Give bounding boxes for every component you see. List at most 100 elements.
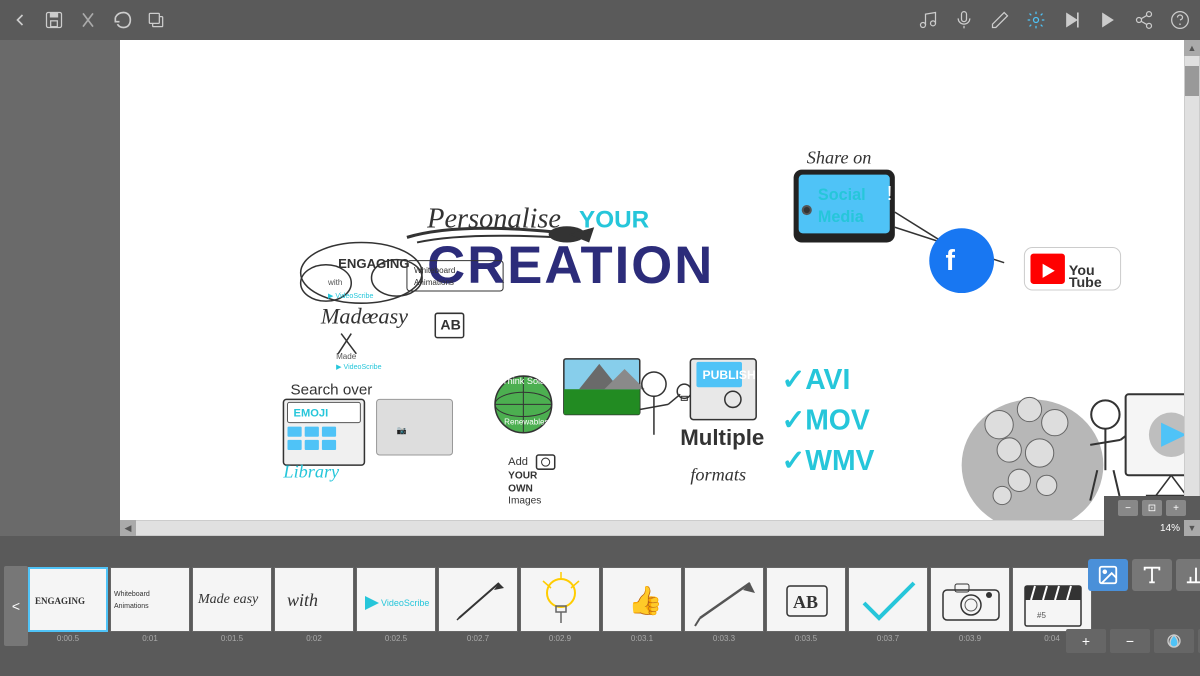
color-button[interactable] bbox=[1154, 629, 1194, 653]
toolbar bbox=[0, 0, 1200, 40]
filmstrip-track: ENGAGING Whiteboard Animations Made easy… bbox=[28, 567, 1172, 646]
timestamp-5: 0:02.5 bbox=[356, 634, 436, 646]
svg-text:▶ VideoScribe: ▶ VideoScribe bbox=[336, 363, 382, 371]
svg-text:YOUR: YOUR bbox=[579, 206, 650, 233]
zoom-in-button[interactable]: + bbox=[1166, 500, 1186, 516]
scroll-thumb-v[interactable] bbox=[1185, 66, 1199, 96]
svg-text:Media: Media bbox=[818, 208, 865, 226]
svg-text:Share on: Share on bbox=[807, 147, 872, 167]
svg-text:Whiteboard: Whiteboard bbox=[414, 266, 455, 275]
timestamp-10: 0:03.5 bbox=[766, 634, 846, 646]
pen-icon[interactable] bbox=[988, 8, 1012, 32]
timestamp-8: 0:03.1 bbox=[602, 634, 682, 646]
undo-button[interactable] bbox=[110, 8, 134, 32]
canvas-area: Personalise YOUR CREATION ENGAGING with … bbox=[120, 40, 1200, 536]
svg-text:formats: formats bbox=[690, 464, 746, 484]
svg-text:Tube: Tube bbox=[1069, 275, 1102, 291]
filmstrip-cell-4[interactable]: with bbox=[274, 567, 354, 632]
filmstrip-cell-11[interactable] bbox=[848, 567, 928, 632]
right-tools-top-row bbox=[1088, 559, 1200, 591]
timestamp-12: 0:03.9 bbox=[930, 634, 1010, 646]
scroll-left-button[interactable]: ◀ bbox=[120, 520, 136, 536]
svg-text:▶ VideoScribe: ▶ VideoScribe bbox=[328, 292, 374, 300]
left-panel bbox=[0, 40, 120, 536]
add-element-button[interactable]: + bbox=[1066, 629, 1106, 653]
zoom-fit-button[interactable]: ⊡ bbox=[1142, 500, 1162, 516]
svg-text:Whiteboard: Whiteboard bbox=[114, 591, 150, 598]
svg-text:👍: 👍 bbox=[628, 584, 663, 617]
timestamp-9: 0:03.3 bbox=[684, 634, 764, 646]
filmstrip-cell-9[interactable] bbox=[684, 567, 764, 632]
scroll-down-button[interactable]: ▼ bbox=[1184, 520, 1200, 536]
svg-text:AB: AB bbox=[440, 318, 460, 334]
svg-text:✓WMV: ✓WMV bbox=[781, 445, 874, 477]
filmstrip: < ENGAGING Whiteboard Animations Made ea… bbox=[0, 536, 1200, 676]
filmstrip-cells: ENGAGING Whiteboard Animations Made easy… bbox=[28, 567, 1172, 632]
toolbar-right bbox=[916, 8, 1192, 32]
filmstrip-cell-7[interactable] bbox=[520, 567, 600, 632]
music-icon[interactable] bbox=[916, 8, 940, 32]
svg-text:Multiple: Multiple bbox=[680, 425, 764, 450]
timestamp-3: 0:01.5 bbox=[192, 634, 272, 646]
settings-icon[interactable] bbox=[1024, 8, 1048, 32]
zoom-controls: − ⊡ + bbox=[1104, 496, 1200, 520]
svg-text:f: f bbox=[945, 245, 955, 277]
filmstrip-cell-6[interactable] bbox=[438, 567, 518, 632]
save-button[interactable] bbox=[42, 8, 66, 32]
filmstrip-cell-2[interactable]: Whiteboard Animations bbox=[110, 567, 190, 632]
images-tool-button[interactable] bbox=[1088, 559, 1128, 591]
svg-text:easy: easy bbox=[368, 303, 408, 328]
copy-button[interactable] bbox=[144, 8, 168, 32]
svg-text:✓AVI: ✓AVI bbox=[781, 364, 850, 396]
filmstrip-cell-10[interactable]: AB bbox=[766, 567, 846, 632]
back-button[interactable] bbox=[8, 8, 32, 32]
cut-button[interactable] bbox=[76, 8, 100, 32]
svg-text:Made: Made bbox=[320, 303, 372, 328]
svg-text:with: with bbox=[287, 590, 318, 610]
svg-text:Made: Made bbox=[336, 352, 357, 361]
filmstrip-cell-1[interactable]: ENGAGING bbox=[28, 567, 108, 632]
scroll-up-button[interactable]: ▲ bbox=[1184, 40, 1200, 56]
svg-text:Animations: Animations bbox=[114, 603, 149, 610]
zoom-out-button[interactable]: − bbox=[1118, 500, 1138, 516]
svg-text:with: with bbox=[327, 278, 342, 287]
filmstrip-cell-13[interactable]: #5 bbox=[1012, 567, 1092, 632]
filmstrip-timestamps: 0:00.5 0:01 0:01.5 0:02 0:02.5 0:02.7 0:… bbox=[28, 634, 1172, 646]
svg-text:PUBLISH: PUBLISH bbox=[703, 368, 756, 382]
svg-text:#5: #5 bbox=[1037, 611, 1046, 620]
svg-text:Renewables: Renewables bbox=[504, 418, 548, 427]
remove-element-button[interactable]: − bbox=[1110, 629, 1150, 653]
scrollbar-vertical: ▲ ▼ bbox=[1184, 40, 1200, 536]
svg-text:Made easy: Made easy bbox=[197, 592, 259, 607]
zoom-percent: 14% bbox=[1104, 520, 1184, 536]
scroll-track-h bbox=[136, 521, 1168, 535]
play-icon[interactable] bbox=[1096, 8, 1120, 32]
help-icon[interactable] bbox=[1168, 8, 1192, 32]
play-next-icon[interactable] bbox=[1060, 8, 1084, 32]
svg-text:YOUR: YOUR bbox=[508, 470, 538, 481]
chart-tool-button[interactable] bbox=[1176, 559, 1200, 591]
filmstrip-cell-5[interactable]: VideoScribe bbox=[356, 567, 436, 632]
svg-text:ENGAGING: ENGAGING bbox=[338, 256, 410, 271]
timestamp-6: 0:02.7 bbox=[438, 634, 518, 646]
timestamp-1: 0:00.5 bbox=[28, 634, 108, 646]
svg-text:CREATION: CREATION bbox=[427, 236, 714, 295]
svg-text:✓MOV: ✓MOV bbox=[781, 405, 869, 437]
filmstrip-cell-8[interactable]: 👍 bbox=[602, 567, 682, 632]
microphone-icon[interactable] bbox=[952, 8, 976, 32]
svg-text:Search over: Search over bbox=[291, 381, 373, 398]
svg-text:Add: Add bbox=[508, 456, 528, 468]
svg-text:!: ! bbox=[887, 183, 893, 205]
timestamp-7: 0:02.9 bbox=[520, 634, 600, 646]
timestamp-11: 0:03.7 bbox=[848, 634, 928, 646]
filmstrip-cell-12[interactable] bbox=[930, 567, 1010, 632]
svg-text:ENGAGING: ENGAGING bbox=[35, 596, 85, 606]
svg-text:OWN: OWN bbox=[508, 483, 533, 494]
svg-text:Animations: Animations bbox=[414, 278, 454, 287]
share-icon[interactable] bbox=[1132, 8, 1156, 32]
filmstrip-prev-button[interactable]: < bbox=[4, 566, 28, 646]
svg-text:AB: AB bbox=[793, 592, 818, 612]
filmstrip-cell-3[interactable]: Made easy bbox=[192, 567, 272, 632]
svg-text:📷: 📷 bbox=[397, 426, 407, 435]
text-tool-button[interactable] bbox=[1132, 559, 1172, 591]
